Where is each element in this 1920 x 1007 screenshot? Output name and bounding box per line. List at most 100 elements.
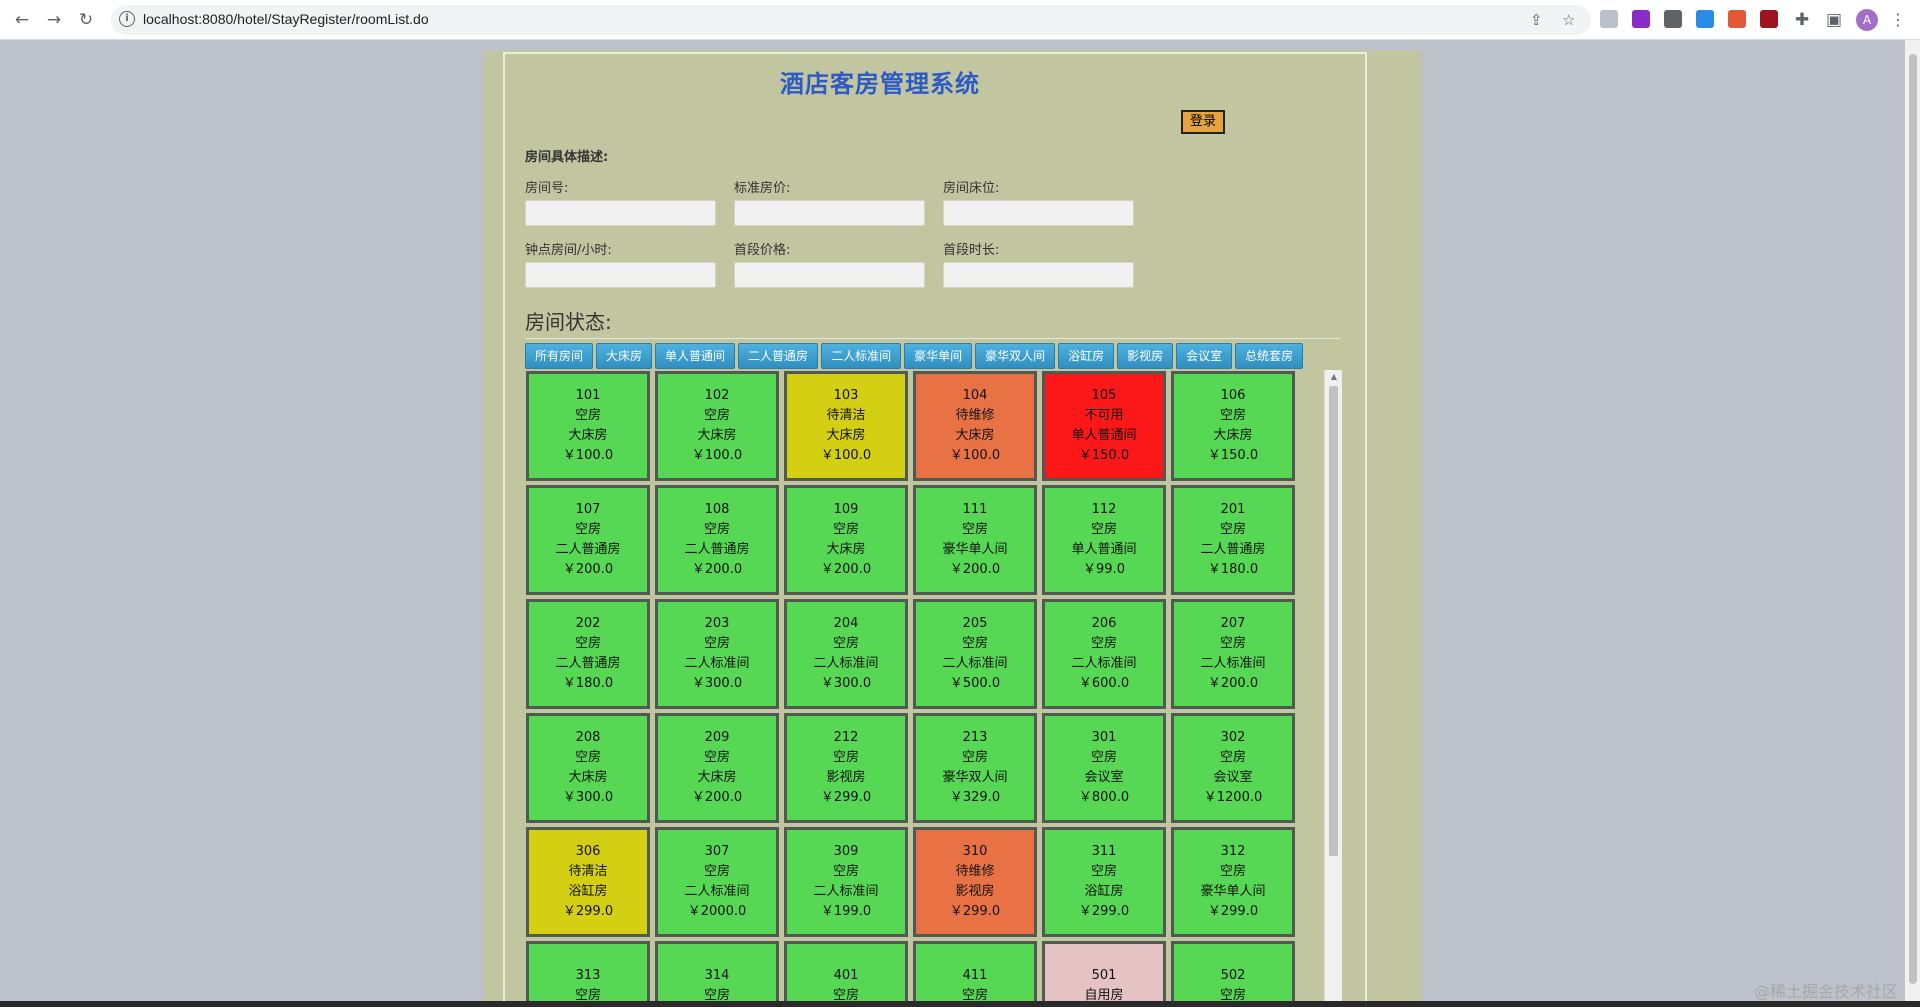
room-tile[interactable]: 302 空房 会议室 ￥1200.0	[1171, 713, 1295, 823]
forward-arrow-icon[interactable]: →	[42, 8, 66, 32]
extension-shield-icon[interactable]	[1760, 10, 1778, 28]
room-tile[interactable]: 109 空房 大床房 ￥200.0	[784, 485, 908, 595]
room-tile[interactable]: 213 空房 豪华双人间 ￥329.0	[913, 713, 1037, 823]
room-grid-scrollbar[interactable]: ▲	[1324, 370, 1342, 1007]
room-price: ￥300.0	[820, 676, 872, 691]
room-price: ￥200.0	[949, 562, 1001, 577]
room-status: 空房	[574, 408, 601, 423]
site-info-icon[interactable]: i	[119, 11, 135, 27]
room-tile[interactable]: 203 空房 二人标准间 ￥300.0	[655, 599, 779, 709]
room-number-input[interactable]	[525, 200, 716, 226]
room-tile[interactable]: 205 空房 二人标准间 ￥500.0	[913, 599, 1037, 709]
room-tile[interactable]: 105 不可用 单人普通间 ￥150.0	[1042, 371, 1166, 481]
room-tile[interactable]: 212 空房 影视房 ￥299.0	[784, 713, 908, 823]
room-type: 二人普通房	[555, 542, 621, 557]
room-tile[interactable]: 411空房浴缸房	[913, 941, 1037, 1007]
room-tile[interactable]: 104 待维修 大床房 ￥100.0	[913, 371, 1037, 481]
room-type-tab[interactable]: 单人普通间	[655, 343, 736, 369]
room-tile[interactable]: 102 空房 大床房 ￥100.0	[655, 371, 779, 481]
room-tile[interactable]: 307 空房 二人标准间 ￥2000.0	[655, 827, 779, 937]
extension-screenshot-icon[interactable]	[1664, 10, 1682, 28]
room-grid-scroll-thumb[interactable]	[1329, 386, 1338, 856]
scroll-up-arrow-icon[interactable]: ▲	[1329, 372, 1339, 382]
room-tile[interactable]: 106 空房 大床房 ￥150.0	[1171, 371, 1295, 481]
room-type-tab[interactable]: 所有房间	[525, 343, 594, 369]
room-type-tab[interactable]: 影视房	[1117, 343, 1174, 369]
room-status: 空房	[961, 636, 988, 651]
room-num: 208	[575, 730, 601, 745]
room-type: 二人普通房	[1200, 542, 1266, 557]
room-price: ￥299.0	[820, 790, 872, 805]
room-tile[interactable]: 314空房大床房	[655, 941, 779, 1007]
room-type: 单人普通间	[1071, 428, 1137, 443]
room-tile[interactable]: 103 待清洁 大床房 ￥100.0	[784, 371, 908, 481]
room-status: 空房	[1219, 636, 1246, 651]
back-arrow-icon[interactable]: ←	[10, 8, 34, 32]
room-tile[interactable]: 204 空房 二人标准间 ￥300.0	[784, 599, 908, 709]
room-detail-heading: 房间具体描述:	[525, 150, 609, 165]
side-panel-icon[interactable]: ▣	[1822, 8, 1846, 32]
room-num: 501	[1091, 968, 1117, 983]
room-tile[interactable]: 306 待清洁 浴缸房 ￥299.0	[526, 827, 650, 937]
room-tile[interactable]: 309 空房 二人标准间 ￥199.0	[784, 827, 908, 937]
first-segment-duration-input[interactable]	[943, 262, 1134, 288]
room-type-tab[interactable]: 豪华双人间	[975, 343, 1056, 369]
extensions-puzzle-icon[interactable]: ✚	[1790, 8, 1814, 32]
room-num: 301	[1091, 730, 1117, 745]
room-tile[interactable]: 310 待维修 影视房 ￥299.0	[913, 827, 1037, 937]
room-tile[interactable]: 311 空房 浴缸房 ￥299.0	[1042, 827, 1166, 937]
room-tile[interactable]: 401空房豪华单人间	[784, 941, 908, 1007]
login-button[interactable]: 登录	[1181, 110, 1225, 134]
room-tile[interactable]: 207 空房 二人标准间 ￥200.0	[1171, 599, 1295, 709]
room-type-tab[interactable]: 豪华单间	[904, 343, 973, 369]
room-tile[interactable]: 501自用房总统套房	[1042, 941, 1166, 1007]
room-tile[interactable]: 108 空房 二人普通房 ￥200.0	[655, 485, 779, 595]
standard-price-input[interactable]	[734, 200, 925, 226]
room-type-tab[interactable]: 浴缸房	[1058, 343, 1115, 369]
watermark: @稀土掘金技术社区	[1754, 982, 1899, 1001]
room-num: 502	[1220, 968, 1246, 983]
extension-red-icon[interactable]	[1728, 10, 1746, 28]
url-text[interactable]: localhost:8080/hotel/StayRegister/roomLi…	[143, 11, 429, 27]
room-tile[interactable]: 101 空房 大床房 ￥100.0	[526, 371, 650, 481]
extension-stack-icon[interactable]	[1696, 10, 1714, 28]
profile-avatar[interactable]: A	[1856, 9, 1878, 31]
extension-jrebel-icon[interactable]	[1632, 10, 1650, 28]
room-num: 101	[575, 388, 601, 403]
reload-icon[interactable]: ↻	[74, 8, 98, 32]
first-segment-price-input[interactable]	[734, 262, 925, 288]
extension-cursor-icon[interactable]	[1600, 10, 1618, 28]
address-bar[interactable]: i localhost:8080/hotel/StayRegister/room…	[111, 5, 1591, 35]
room-type-tab[interactable]: 二人标准间	[821, 343, 902, 369]
page-scrollbar[interactable]	[1905, 40, 1920, 1007]
room-tile[interactable]: 107 空房 二人普通房 ￥200.0	[526, 485, 650, 595]
room-tile[interactable]: 202 空房 二人普通房 ￥180.0	[526, 599, 650, 709]
room-tile[interactable]: 301 空房 会议室 ￥800.0	[1042, 713, 1166, 823]
room-tile[interactable]: 209 空房 大床房 ￥200.0	[655, 713, 779, 823]
share-icon[interactable]: ⇪	[1530, 11, 1543, 29]
room-tile[interactable]: 201 空房 二人普通房 ￥180.0	[1171, 485, 1295, 595]
room-tile[interactable]: 111 空房 豪华单人间 ￥200.0	[913, 485, 1037, 595]
room-type-tab[interactable]: 二人普通房	[738, 343, 819, 369]
room-tile[interactable]: 502空房总统套房	[1171, 941, 1295, 1007]
hourly-room-input[interactable]	[525, 262, 716, 288]
room-num: 204	[833, 616, 859, 631]
room-type-tab[interactable]: 大床房	[596, 343, 653, 369]
bookmark-star-icon[interactable]: ☆	[1562, 11, 1575, 29]
room-status: 空房	[703, 750, 730, 765]
room-tile[interactable]: 312 空房 豪华单人间 ￥299.0	[1171, 827, 1295, 937]
room-tile[interactable]: 208 空房 大床房 ￥300.0	[526, 713, 650, 823]
room-status: 空房	[1219, 750, 1246, 765]
room-type: 豪华双人间	[942, 770, 1008, 785]
room-beds-input[interactable]	[943, 200, 1134, 226]
browser-menu-icon[interactable]: ⋮	[1890, 8, 1906, 32]
room-num: 103	[833, 388, 859, 403]
room-type-tab[interactable]: 总统套房	[1235, 343, 1304, 369]
room-tile[interactable]: 313空房影视房	[526, 941, 650, 1007]
room-type-tab[interactable]: 会议室	[1176, 343, 1233, 369]
room-type: 大床房	[826, 542, 866, 557]
page-scroll-thumb[interactable]	[1909, 54, 1917, 984]
room-tile[interactable]: 206 空房 二人标准间 ￥600.0	[1042, 599, 1166, 709]
room-tile[interactable]: 112 空房 单人普通间 ￥99.0	[1042, 485, 1166, 595]
room-price: ￥299.0	[1207, 904, 1259, 919]
